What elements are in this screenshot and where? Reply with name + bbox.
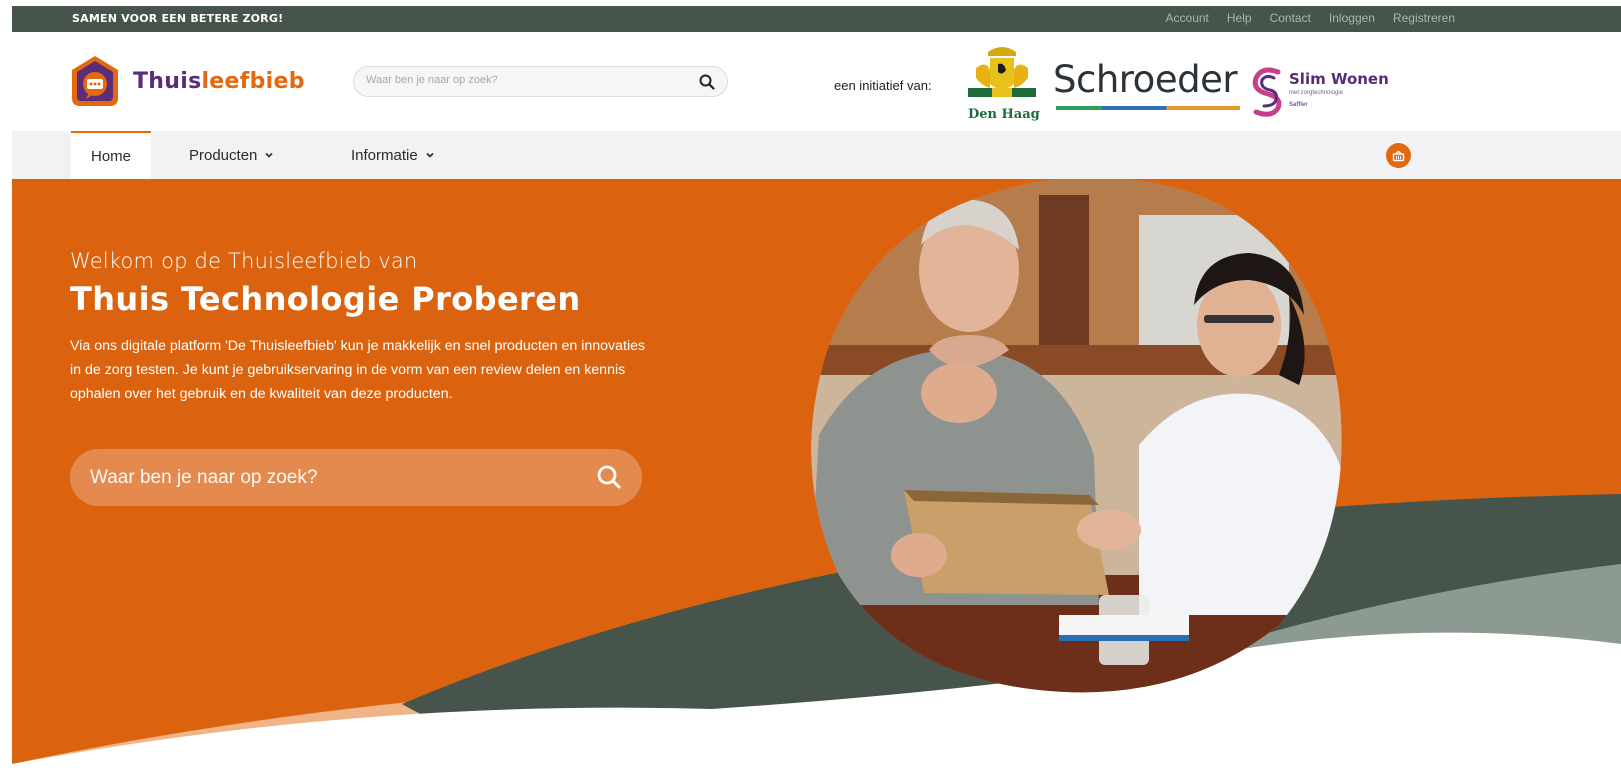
chevron-down-icon <box>265 152 273 158</box>
logo-text-part1: Thuis <box>133 68 202 94</box>
slogan: SAMEN VOOR EEN BETERE ZORG! <box>72 12 284 25</box>
slim-wonen-sublabel: met zorgtechnologie <box>1289 90 1344 96</box>
nav-informatie[interactable]: Informatie <box>351 131 434 179</box>
hero-photo <box>811 179 1342 693</box>
nav-informatie-label: Informatie <box>351 146 418 164</box>
hero-title: Thuis Technologie Proberen <box>70 280 581 318</box>
contact-link[interactable]: Contact <box>1270 11 1311 25</box>
initiative-label: een initiatief van: <box>834 78 932 93</box>
search-icon[interactable] <box>596 464 622 490</box>
slim-wonen-by: Saffier <box>1289 102 1308 108</box>
chevron-down-icon <box>426 152 434 158</box>
logo-text-part2: leefbieb <box>201 68 305 94</box>
nav-home-label: Home <box>90 147 131 165</box>
nav-producten-label: Producten <box>189 146 258 164</box>
header-search[interactable] <box>353 66 728 97</box>
house-chat-icon <box>72 56 118 106</box>
basket-icon <box>1392 151 1405 162</box>
top-links: Account Help Contact Inloggen Registrere… <box>1166 11 1455 25</box>
hero-section: Welkom op de Thuisleefbieb van Thuis Tec… <box>12 179 1621 782</box>
hero-search[interactable]: Waar ben je naar op zoek? <box>70 449 642 506</box>
account-link[interactable]: Account <box>1166 11 1209 25</box>
schroeder-logo: Schroeder <box>1053 58 1238 101</box>
slim-wonen-label: Slim Wonen <box>1289 70 1389 88</box>
search-icon[interactable] <box>699 74 715 90</box>
header: Thuisleefbieb een initiatief van: Den Ha… <box>12 32 1621 132</box>
header-search-input[interactable] <box>366 74 686 86</box>
nav-producten[interactable]: Producten <box>189 131 273 179</box>
help-link[interactable]: Help <box>1227 11 1252 25</box>
den-haag-label: Den Haag <box>968 107 1040 122</box>
nav-home[interactable]: Home <box>71 131 151 179</box>
hero-subtitle: Welkom op de Thuisleefbieb van <box>70 249 418 273</box>
top-bar: SAMEN VOOR EEN BETERE ZORG! Account Help… <box>12 6 1621 32</box>
cart-button[interactable] <box>1386 143 1411 168</box>
register-link[interactable]: Registreren <box>1393 11 1455 25</box>
logo-text: Thuisleefbieb <box>133 69 305 94</box>
hero-search-placeholder[interactable]: Waar ben je naar op zoek? <box>90 467 317 489</box>
schroeder-underline <box>1056 106 1240 110</box>
hero-description: Via ons digitale platform 'De Thuisleefb… <box>70 338 646 402</box>
login-link[interactable]: Inloggen <box>1329 11 1375 25</box>
site-logo[interactable]: Thuisleefbieb <box>69 54 305 108</box>
main-nav: Home Producten Informatie <box>12 131 1621 179</box>
